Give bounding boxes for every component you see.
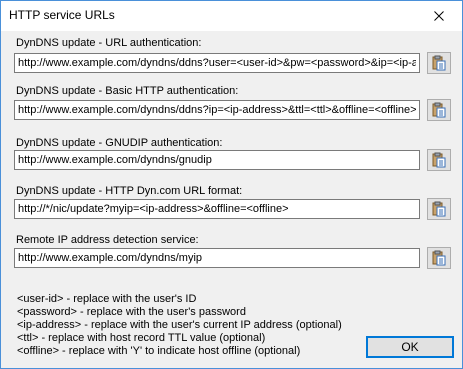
- url-auth-field[interactable]: [14, 53, 420, 73]
- basic-auth-field[interactable]: [14, 100, 420, 120]
- basic-auth-label: DynDNS update - Basic HTTP authenticatio…: [16, 85, 239, 97]
- paste-clipboard-icon: [432, 201, 446, 217]
- dyncom-format-field[interactable]: [14, 199, 420, 219]
- url-auth-label: DynDNS update - URL authentication:: [16, 37, 202, 49]
- dialog-window: HTTP service URLs DynDNS update - URL au…: [0, 0, 463, 369]
- basic-auth-copy-button[interactable]: [427, 99, 451, 121]
- dyncom-format-label: DynDNS update - HTTP Dyn.com URL format:: [16, 185, 243, 197]
- legend-ttl: <ttl> - replace with host record TTL val…: [17, 332, 266, 344]
- paste-clipboard-icon: [432, 152, 446, 168]
- ok-button[interactable]: OK: [366, 336, 454, 358]
- gnudip-auth-label: DynDNS update - GNUDIP authentication:: [16, 137, 223, 149]
- gnudip-auth-copy-button[interactable]: [427, 149, 451, 171]
- close-button[interactable]: [416, 1, 462, 31]
- dyncom-format-copy-button[interactable]: [427, 198, 451, 220]
- paste-clipboard-icon: [432, 102, 446, 118]
- ip-detection-copy-button[interactable]: [427, 247, 451, 269]
- placeholder-legend: <user-id> - replace with the user's ID <…: [17, 293, 342, 358]
- legend-ip-address: <ip-address> - replace with the user's c…: [17, 319, 342, 331]
- dialog-body: DynDNS update - URL authentication: DynD…: [1, 31, 462, 368]
- ip-detection-field[interactable]: [14, 248, 420, 268]
- legend-offline: <offline> - replace with 'Y' to indicate…: [17, 345, 301, 357]
- title-bar: HTTP service URLs: [1, 1, 462, 31]
- window-title: HTTP service URLs: [9, 8, 115, 22]
- url-auth-copy-button[interactable]: [427, 52, 451, 74]
- gnudip-auth-field[interactable]: [14, 150, 420, 170]
- legend-password: <password> - replace with the user's pas…: [17, 306, 246, 318]
- close-icon: [434, 11, 444, 21]
- legend-user-id: <user-id> - replace with the user's ID: [17, 293, 197, 305]
- paste-clipboard-icon: [432, 250, 446, 266]
- paste-clipboard-icon: [432, 55, 446, 71]
- ip-detection-label: Remote IP address detection service:: [16, 234, 199, 246]
